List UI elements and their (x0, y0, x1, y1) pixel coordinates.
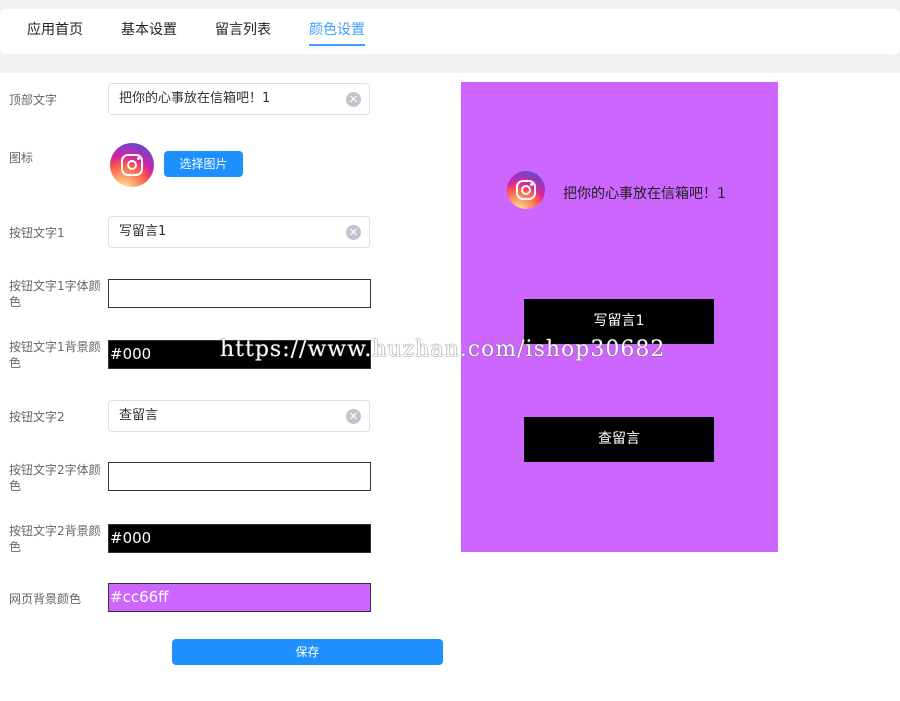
top-text-input[interactable]: 把你的心事放在信箱吧！1 ✕ (108, 83, 370, 115)
btn1-color-input[interactable] (108, 279, 371, 308)
top-text-value: 把你的心事放在信箱吧！1 (119, 91, 271, 106)
btn1-bg-value: #000 (110, 345, 152, 363)
btn1-text-label: 按钮文字1 (9, 226, 65, 240)
save-button[interactable]: 保存 (172, 639, 443, 665)
page-bg-label: 网页背景颜色 (9, 592, 82, 606)
btn2-text-input[interactable]: 查留言 ✕ (108, 400, 370, 432)
choose-image-button[interactable]: 选择图片 (164, 151, 243, 177)
btn1-text-value: 写留言1 (119, 224, 167, 239)
clear-icon[interactable]: ✕ (346, 92, 361, 107)
preview-panel: 把你的心事放在信箱吧！1 写留言1 查留言 (461, 82, 778, 552)
tab-message-list[interactable]: 留言列表 (215, 19, 271, 44)
btn1-color-label: 按钮文字1字体颜色 (9, 279, 101, 309)
btn2-color-label: 按钮文字2字体颜色 (9, 463, 101, 493)
tab-color-settings[interactable]: 颜色设置 (309, 19, 365, 46)
instagram-icon (507, 171, 545, 209)
btn2-bg-value: #000 (110, 529, 152, 547)
btn2-text-value: 查留言 (119, 408, 159, 423)
watermark: https://www.huzhan.com/ishop30682 (220, 337, 666, 362)
instagram-icon (110, 143, 154, 187)
preview-title: 把你的心事放在信箱吧！1 (563, 186, 726, 202)
tab-basic-settings[interactable]: 基本设置 (121, 19, 177, 44)
page-bg-input[interactable]: #cc66ff (108, 583, 371, 612)
top-text-label: 顶部文字 (9, 93, 58, 107)
btn2-bg-label: 按钮文字2背景颜色 (9, 524, 101, 554)
btn2-text-label: 按钮文字2 (9, 410, 65, 424)
btn1-text-input[interactable]: 写留言1 ✕ (108, 216, 370, 248)
btn2-color-input[interactable] (108, 462, 371, 491)
btn1-bg-label: 按钮文字1背景颜色 (9, 340, 101, 370)
btn2-bg-input[interactable]: #000 (108, 524, 371, 553)
clear-icon[interactable]: ✕ (346, 225, 361, 240)
icon-label: 图标 (9, 151, 34, 165)
page-bg-value: #cc66ff (110, 588, 169, 606)
preview-button-view[interactable]: 查留言 (524, 417, 714, 462)
tab-bar: 应用首页 基本设置 留言列表 颜色设置 (0, 9, 900, 54)
clear-icon[interactable]: ✕ (346, 409, 361, 424)
tab-app-home[interactable]: 应用首页 (27, 19, 83, 44)
